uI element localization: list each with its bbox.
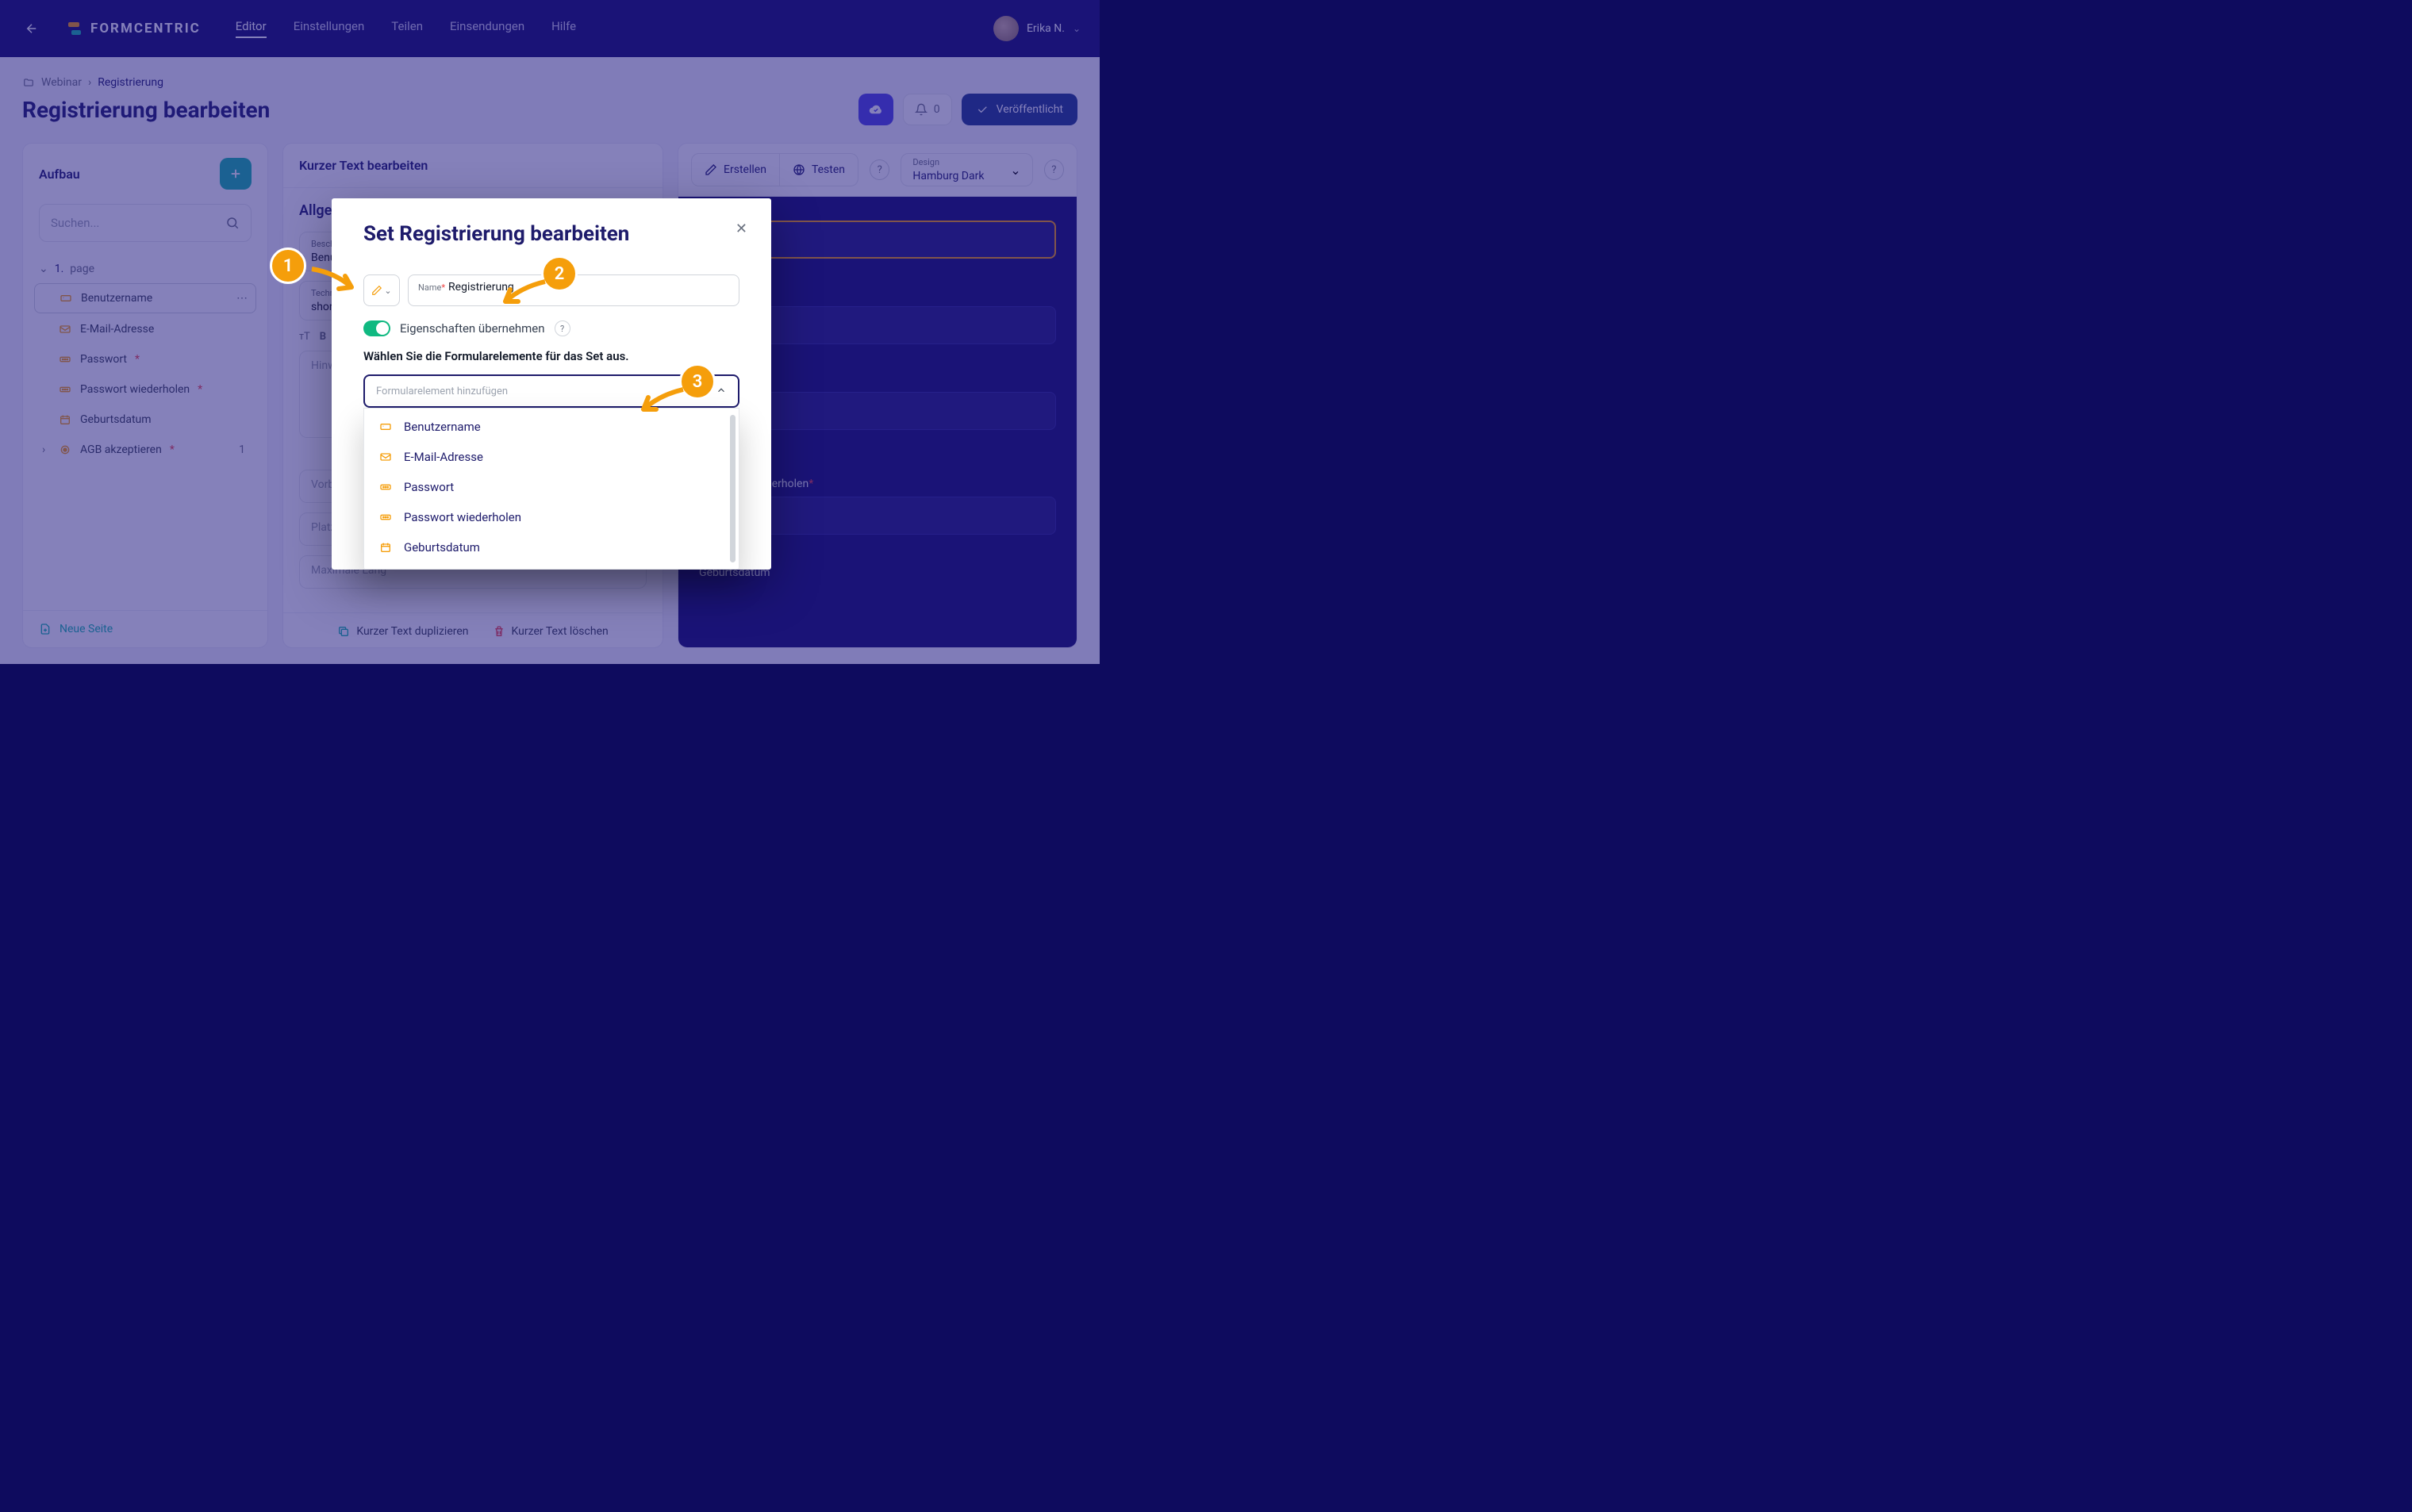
required-marker: * <box>441 282 445 293</box>
element-dropdown: Benutzername E-Mail-Adresse Passwort Pas… <box>363 408 739 570</box>
pencil-icon <box>371 285 382 296</box>
dropdown-item-email[interactable]: E-Mail-Adresse <box>364 442 739 472</box>
input-icon <box>378 420 393 433</box>
dropdown-item-password[interactable]: Passwort <box>364 472 739 502</box>
dropdown-item-birthdate[interactable]: Geburtsdatum <box>364 532 739 562</box>
toggle-label: Eigenschaften übernehmen <box>400 321 545 336</box>
dropdown-label: Passwort <box>404 480 454 494</box>
calendar-icon <box>378 541 393 554</box>
password-icon <box>378 481 393 493</box>
dropdown-label: Benutzername <box>404 420 481 434</box>
arrow-icon <box>308 265 363 297</box>
callout-3: 3 <box>679 363 716 400</box>
callout-1: 1 <box>270 248 306 284</box>
help-button[interactable]: ? <box>555 320 570 336</box>
name-caption: Name <box>418 282 441 293</box>
callout-2: 2 <box>541 255 578 292</box>
dropdown-label: Geburtsdatum <box>404 540 480 555</box>
inherit-properties-toggle[interactable] <box>363 320 390 336</box>
chevron-up-icon <box>716 385 727 396</box>
arrow-icon <box>632 386 687 417</box>
modal-title: Set Registrierung bearbeiten <box>363 222 739 246</box>
combo-placeholder: Formularelement hinzufügen <box>376 386 508 397</box>
chevron-down-icon: ⌄ <box>384 286 391 296</box>
email-icon <box>378 451 393 463</box>
dropdown-label: Passwort wiederholen <box>404 510 521 524</box>
arrow-icon <box>494 278 549 309</box>
dropdown-label: E-Mail-Adresse <box>404 450 483 464</box>
set-icon-select[interactable]: ⌄ <box>363 274 400 306</box>
dropdown-scrollbar[interactable] <box>730 415 736 562</box>
callout-badge: 1 <box>270 248 306 284</box>
instruction-text: Wählen Sie die Formularelemente für das … <box>363 349 739 363</box>
password-icon <box>378 511 393 524</box>
dropdown-item-password-repeat[interactable]: Passwort wiederholen <box>364 502 739 532</box>
close-button[interactable]: ✕ <box>736 221 747 237</box>
